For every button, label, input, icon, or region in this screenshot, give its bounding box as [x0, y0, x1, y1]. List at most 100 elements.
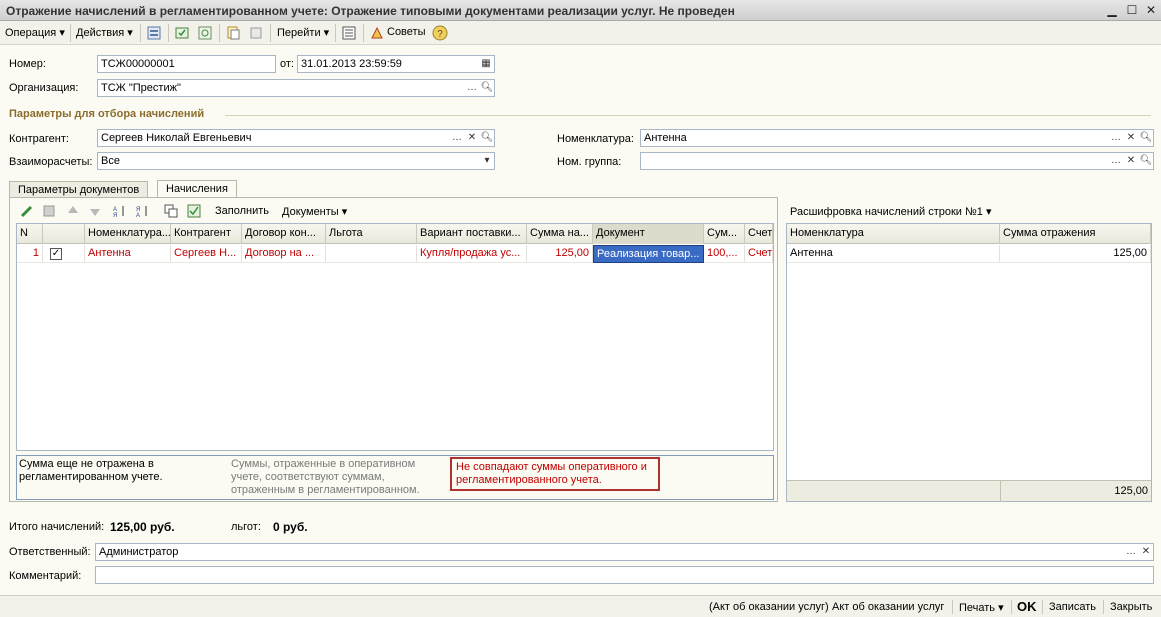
settlements-select[interactable]: Все [97, 152, 495, 170]
col-contract[interactable]: Договор кон... [242, 224, 326, 244]
nomgroup-field[interactable] [640, 152, 1154, 170]
nomenclature-label: Номенклатура: [557, 133, 634, 145]
tips-button[interactable]: Советы [387, 26, 425, 38]
col-counterparty[interactable]: Контрагент [171, 224, 242, 244]
clear-nomenclature-icon[interactable]: ✕ [1124, 130, 1138, 146]
edit-icon[interactable] [18, 202, 36, 220]
list-icon[interactable] [340, 24, 358, 42]
search-nomenclature-icon[interactable]: 🔍︎ [1139, 130, 1153, 146]
comment-field[interactable] [95, 566, 1154, 584]
tab-document-params[interactable]: Параметры документов [9, 181, 149, 198]
actions-menu[interactable]: Действия ▾ [76, 26, 133, 39]
detail-row[interactable]: Антенна 125,00 [787, 245, 1151, 263]
copy-rows-icon[interactable] [162, 202, 180, 220]
calendar-icon[interactable]: ▦ [479, 56, 493, 72]
date-label: от: [280, 58, 294, 70]
select-responsible-icon[interactable]: … [1124, 544, 1138, 560]
sort-desc-icon[interactable]: ЯA [133, 202, 151, 220]
accruals-table[interactable]: N Номенклатура... Контрагент Договор кон… [16, 223, 774, 451]
col-sum2[interactable]: Сум... [704, 224, 745, 244]
col-n[interactable]: N [17, 224, 43, 244]
col-account[interactable]: Счет... [745, 224, 773, 244]
select-counterparty-icon[interactable]: … [450, 130, 464, 146]
row-document[interactable]: Реализация товар... [593, 245, 704, 263]
detail-col-sum[interactable]: Сумма отражения [1000, 224, 1151, 244]
fill-button[interactable]: Заполнить [215, 205, 269, 217]
detail-row-sum: 125,00 [1000, 245, 1151, 263]
nomenclature-field[interactable]: Антенна [640, 129, 1154, 147]
organization-field[interactable]: ТСЖ "Престиж" [97, 79, 495, 97]
legend-mismatch: Не совпадают суммы оперативного и реглам… [450, 457, 660, 491]
number-field[interactable]: ТСЖ00000001 [97, 55, 276, 73]
post-icon[interactable] [173, 24, 191, 42]
section-divider [225, 115, 1151, 116]
row-checkbox[interactable]: ✓ [50, 248, 62, 260]
col-nomenclature[interactable]: Номенклатура... [85, 224, 171, 244]
settlements-label: Взаиморасчеты: [9, 156, 93, 168]
col-variant[interactable]: Вариант поставки... [417, 224, 527, 244]
comment-label: Комментарий: [9, 570, 82, 582]
post-close-icon[interactable] [145, 24, 163, 42]
search-counterparty-icon[interactable]: 🔍︎ [480, 130, 494, 146]
print-menu[interactable]: Печать ▾ [959, 601, 1004, 614]
title-bar: Отражение начислений в регламентированно… [0, 0, 1161, 21]
clear-counterparty-icon[interactable]: ✕ [465, 130, 479, 146]
refresh-icon[interactable] [196, 24, 214, 42]
help-icon[interactable]: ? [431, 24, 449, 42]
date-field[interactable]: 31.01.2013 23:59:59 [297, 55, 495, 73]
row-benefit [326, 245, 417, 263]
detail-title[interactable]: Расшифровка начислений строки №1 ▾ [790, 205, 991, 218]
col-flag[interactable] [43, 224, 85, 244]
clear-responsible-icon[interactable]: ✕ [1139, 544, 1153, 560]
close-button[interactable]: Закрыть [1110, 601, 1152, 613]
close-icon[interactable]: ✕ [1143, 3, 1159, 17]
goto-menu[interactable]: Перейти ▾ [277, 26, 329, 39]
clear-nomgroup-icon[interactable]: ✕ [1124, 153, 1138, 169]
minimize-icon[interactable]: ▁ [1104, 3, 1120, 17]
table-row[interactable]: 1 ✓ Антенна Сергеев Н... Договор на ... … [17, 245, 773, 263]
search-nomgroup-icon[interactable]: 🔍︎ [1139, 153, 1153, 169]
counterparty-label: Контрагент: [9, 133, 69, 145]
row-n: 1 [17, 245, 43, 263]
row-counterparty: Сергеев Н... [171, 245, 242, 263]
maximize-icon[interactable]: ☐ [1124, 3, 1140, 17]
select-nomgroup-icon[interactable]: … [1109, 153, 1123, 169]
move-down-icon[interactable] [86, 202, 104, 220]
total-benefits-label: льгот: [231, 521, 261, 533]
select-rows-icon[interactable] [185, 202, 203, 220]
row-account: Счет... [745, 245, 773, 263]
select-nomenclature-icon[interactable]: … [1109, 130, 1123, 146]
structure-icon[interactable] [247, 24, 265, 42]
counterparty-field[interactable]: Сергеев Николай Евгеньевич [97, 129, 495, 147]
detail-col-nomenclature[interactable]: Номенклатура [787, 224, 1000, 244]
select-org-icon[interactable]: … [465, 80, 479, 96]
number-label: Номер: [9, 58, 46, 70]
window-title: Отражение начислений в регламентированно… [6, 4, 735, 18]
search-org-icon[interactable]: 🔍︎ [480, 80, 494, 96]
col-document[interactable]: Документ [593, 224, 704, 244]
act-link[interactable]: Акт об оказании услуг [832, 601, 944, 613]
status-bar: (Акт об оказании услуг) Акт об оказании … [0, 595, 1161, 617]
col-benefit[interactable]: Льгота [326, 224, 417, 244]
documents-menu[interactable]: Документы ▾ [282, 205, 347, 218]
act-paren-link[interactable]: (Акт об оказании услуг) [709, 601, 829, 613]
sort-asc-icon[interactable]: AЯ [110, 202, 128, 220]
row-sum: 125,00 [527, 245, 593, 263]
tips-icon[interactable] [368, 24, 386, 42]
operation-menu[interactable]: Операция ▾ [5, 26, 65, 39]
responsible-field[interactable]: Администратор [95, 543, 1154, 561]
nomgroup-label: Ном. группа: [557, 156, 622, 168]
total-accruals-value: 125,00 руб. [110, 520, 175, 534]
save-button[interactable]: Записать [1049, 601, 1096, 613]
org-label: Организация: [9, 82, 79, 94]
save-row-icon[interactable] [40, 202, 58, 220]
ok-button[interactable]: OK [1017, 599, 1037, 614]
row-nomenclature: Антенна [85, 245, 171, 263]
detail-table[interactable]: Номенклатура Сумма отражения Антенна 125… [786, 223, 1152, 502]
col-sum[interactable]: Сумма на... [527, 224, 593, 244]
move-up-icon[interactable] [64, 202, 82, 220]
settlements-dropdown-icon[interactable]: ▾ [480, 153, 494, 169]
row-sum2: 100,... [704, 245, 745, 263]
tab-accruals[interactable]: Начисления [157, 180, 237, 198]
copy-document-icon[interactable] [224, 24, 242, 42]
